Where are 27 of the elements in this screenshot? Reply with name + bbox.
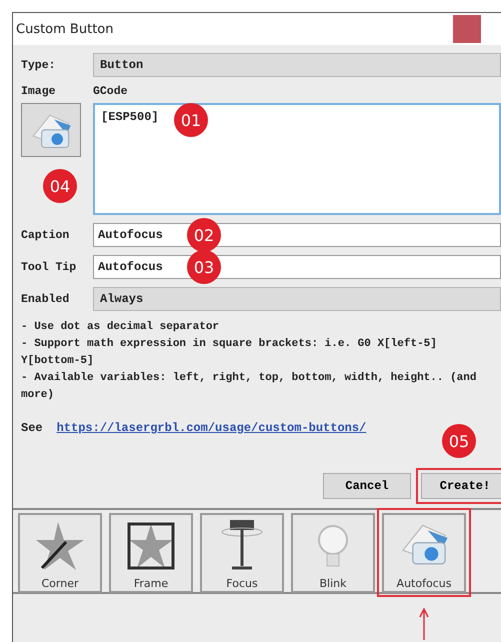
image-button[interactable] bbox=[21, 103, 81, 157]
toolbar-button[interactable]: Autofocus bbox=[382, 513, 466, 593]
toolbar-button[interactable]: Frame bbox=[109, 513, 193, 593]
callout-badge: 03 bbox=[187, 250, 221, 284]
arrow-icon bbox=[419, 608, 429, 640]
dialog-button[interactable]: Create! bbox=[421, 473, 501, 499]
field-label: Tool Tip bbox=[21, 260, 78, 274]
callout-badge: 02 bbox=[187, 218, 221, 252]
field-label: Image bbox=[21, 85, 57, 98]
callout-badge: 04 bbox=[43, 169, 77, 203]
dialog-button[interactable]: Cancel bbox=[323, 473, 411, 499]
field-label: Enabled bbox=[21, 292, 70, 306]
window-title: Custom Button bbox=[16, 22, 114, 36]
toolbar-button[interactable]: Focus bbox=[200, 513, 284, 593]
toolbar-button[interactable]: Corner bbox=[18, 513, 102, 593]
help-link[interactable]: https://lasergrbl.com/usage/custom-buttons/ bbox=[56, 421, 366, 435]
toolbar-button[interactable]: Blink bbox=[291, 513, 375, 593]
help-text: - Available variables: left, right, top, bottom, width, height.. (and more) bbox=[21, 370, 478, 403]
field-label: Type: bbox=[21, 58, 57, 72]
help-text: - Support math expression in square brackets: i.e. G0 X[left-5] Y[bottom-5] bbox=[21, 336, 438, 369]
field-label: GCode bbox=[93, 85, 129, 98]
enabled-dropdown[interactable]: Always bbox=[93, 287, 501, 311]
help-text: - Use dot as decimal separator bbox=[21, 320, 220, 335]
field-label: Caption bbox=[21, 228, 70, 242]
callout-badge: 05 bbox=[442, 424, 476, 458]
link-prefix: See bbox=[21, 421, 43, 435]
type-dropdown[interactable]: Button bbox=[93, 53, 501, 77]
